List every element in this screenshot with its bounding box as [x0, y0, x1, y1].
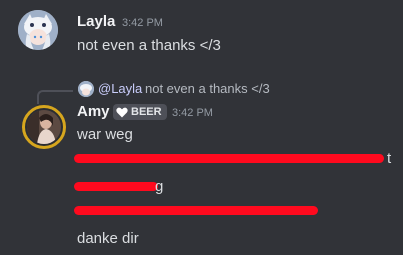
heart-icon	[116, 107, 128, 118]
server-tag-badge[interactable]: BEER	[113, 104, 167, 120]
message-line: danke dir	[77, 230, 139, 247]
amy-avatar[interactable]	[27, 110, 61, 144]
reply-preview-text[interactable]: not even a thanks </3	[145, 81, 270, 96]
message-fragment: t	[387, 150, 392, 167]
redaction-mark	[74, 154, 384, 163]
badge-label: BEER	[131, 106, 162, 118]
message-fragment: g	[155, 178, 164, 195]
redaction-mark	[74, 182, 158, 191]
reply-author-mention[interactable]: @Layla	[98, 81, 142, 96]
message-timestamp[interactable]: 3:42 PM	[172, 107, 213, 119]
author-name[interactable]: Amy	[77, 103, 110, 120]
reply-avatar[interactable]	[78, 81, 94, 97]
reply-spine	[37, 90, 73, 104]
message-line: war weg	[77, 126, 133, 143]
message-amy: @Layla not even a thanks </3 Amy BEER 3:…	[0, 0, 403, 255]
redaction-mark	[74, 206, 318, 215]
